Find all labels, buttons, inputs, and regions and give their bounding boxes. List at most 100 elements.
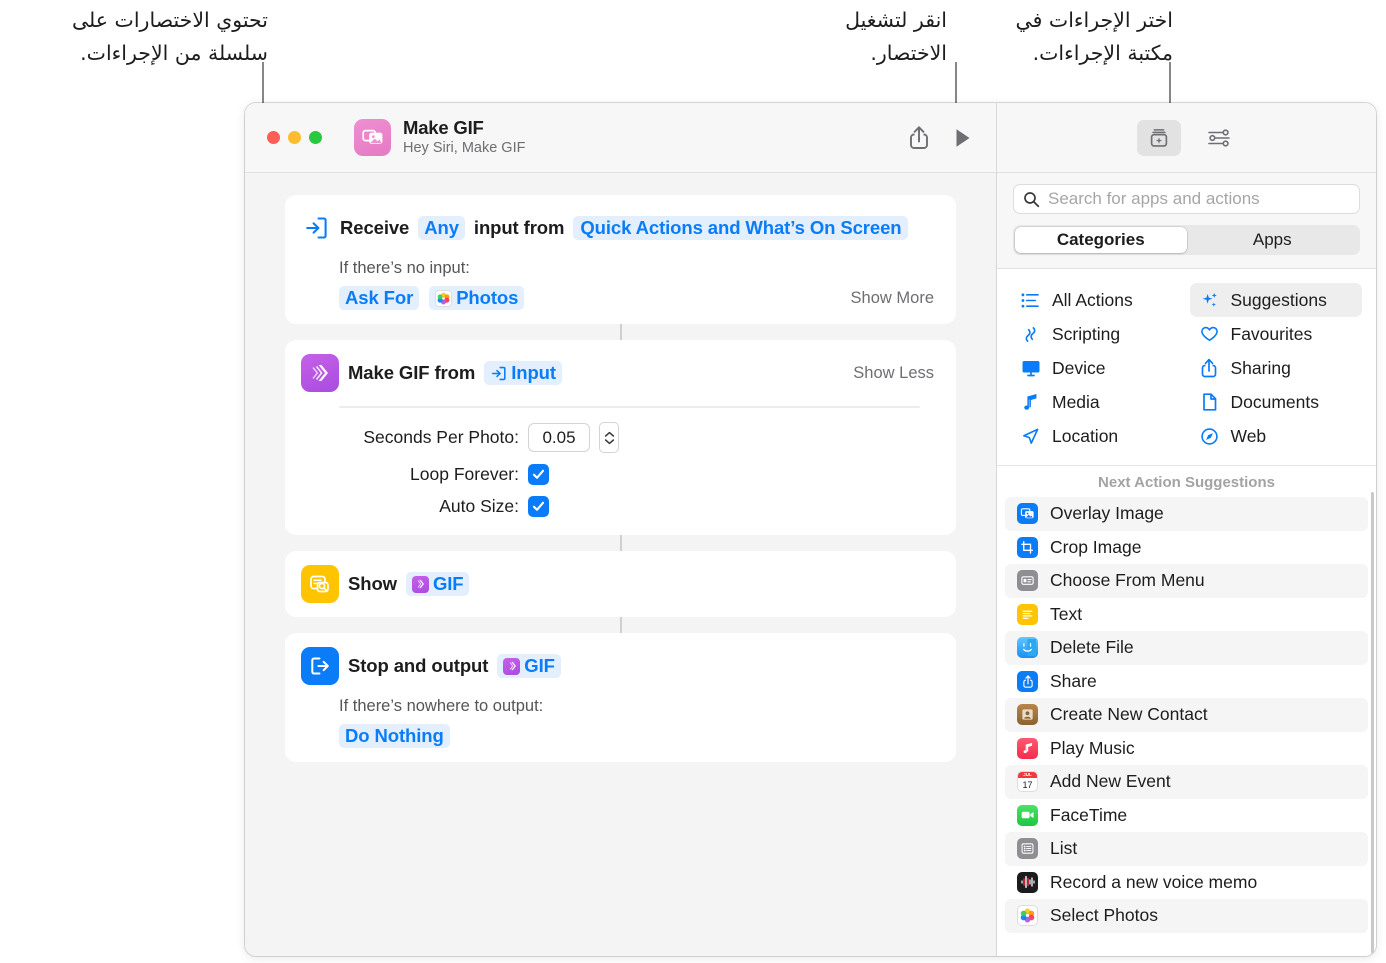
minimize-window-button[interactable] (288, 131, 301, 144)
callout-text-left: تحتوي الاختصارات على سلسلة من الإجراءات. (71, 8, 268, 66)
scripting-icon (1020, 325, 1041, 344)
category-label: Scripting (1052, 323, 1121, 344)
token-photos[interactable]: Photos (429, 286, 525, 310)
category-label: Sharing (1230, 357, 1291, 378)
category-label: Device (1052, 357, 1106, 378)
category-suggestions[interactable]: Suggestions (1189, 283, 1362, 317)
show-less-toggle[interactable]: Show Less (853, 364, 940, 383)
category-web[interactable]: Web (1190, 419, 1363, 453)
category-device[interactable]: Device (1011, 351, 1184, 385)
category-location[interactable]: Location (1011, 419, 1184, 453)
list-item[interactable]: List (1005, 832, 1368, 866)
category-favourites[interactable]: Favourites (1190, 317, 1363, 351)
show-more-toggle[interactable]: Show More (851, 289, 940, 308)
list-item-label: Select Photos (1050, 905, 1158, 926)
voice-memos-icon (1017, 871, 1038, 893)
token-input-source[interactable]: Quick Actions and What’s On Screen (573, 216, 909, 240)
action-headline: Receive Any input from Quick Actions and… (301, 209, 940, 247)
list-item[interactable]: Play Music (1005, 732, 1368, 766)
list-item-label: Overlay Image (1050, 503, 1164, 524)
category-documents[interactable]: Documents (1190, 385, 1363, 419)
share-action-icon (1017, 670, 1038, 692)
token-do-nothing[interactable]: Do Nothing (339, 724, 450, 748)
action-card-receive-input[interactable]: Receive Any input from Quick Actions and… (285, 195, 956, 324)
no-input-row: Ask For Photos Show More (339, 286, 940, 310)
library-scrollbar[interactable] (1371, 492, 1374, 954)
category-all-actions[interactable]: All Actions (1011, 283, 1184, 317)
heart-icon (1199, 325, 1220, 343)
token-input-type[interactable]: Any (418, 216, 465, 240)
token-gif-variable[interactable]: GIF (405, 572, 470, 596)
sparkles-icon (1199, 291, 1220, 310)
quick-look-icon (301, 565, 339, 603)
library-search-area: Categories Apps (997, 173, 1376, 269)
share-icon[interactable] (908, 125, 930, 150)
action-card-show-gif[interactable]: Show GIF (285, 551, 956, 617)
gif-variable-icon (503, 657, 521, 675)
receive-input-icon (301, 209, 331, 247)
action-library-icon[interactable] (1136, 119, 1181, 156)
token-photos-label: Photos (456, 287, 519, 308)
document-icon (1199, 392, 1220, 412)
gif-variable-icon (411, 575, 429, 593)
list-item[interactable]: Select Photos (1005, 899, 1368, 933)
seconds-per-photo-input[interactable]: 0.05 (528, 423, 590, 452)
sliders-icon[interactable] (1201, 122, 1237, 154)
seconds-per-photo-stepper[interactable] (599, 422, 619, 453)
list-item[interactable]: JUL 17 Add New Event (1005, 765, 1368, 799)
action-headline-prefix: Receive (340, 217, 410, 238)
search-input[interactable] (1048, 189, 1350, 209)
library-toolbar (997, 103, 1376, 173)
maximize-window-button[interactable] (309, 131, 322, 144)
category-scripting[interactable]: Scripting (1011, 317, 1184, 351)
list-item[interactable]: Choose From Menu (1005, 564, 1368, 598)
list-item[interactable]: Crop Image (1005, 531, 1368, 565)
list-item[interactable]: Share (1005, 665, 1368, 699)
list-item[interactable]: Create New Contact (1005, 698, 1368, 732)
category-sharing[interactable]: Sharing (1190, 351, 1363, 385)
action-headline-mid: input from (473, 217, 565, 238)
nowhere-to-output-row: Do Nothing (339, 724, 940, 748)
auto-size-checkbox[interactable] (528, 496, 549, 517)
tab-categories[interactable]: Categories (1015, 227, 1187, 253)
crop-image-icon (1017, 536, 1038, 558)
menu-icon (1017, 570, 1038, 592)
list-item-label: Choose From Menu (1050, 570, 1205, 591)
action-card-stop-and-output[interactable]: Stop and output GIF If there’s nowhere t… (285, 633, 956, 762)
category-media[interactable]: Media (1011, 385, 1184, 419)
card-connector (619, 324, 622, 340)
action-headline-prefix: Show (348, 573, 397, 594)
list-item[interactable]: FaceTime (1005, 799, 1368, 833)
play-icon[interactable] (954, 127, 972, 149)
photos-app-icon (1017, 905, 1038, 927)
category-label: Web (1230, 425, 1267, 446)
category-label: All Actions (1052, 289, 1133, 310)
tab-apps[interactable]: Apps (1187, 227, 1359, 253)
finder-icon (1017, 637, 1038, 659)
list-item-label: Text (1050, 603, 1083, 624)
list-item-label: List (1050, 838, 1078, 859)
list-item-label: FaceTime (1050, 804, 1128, 825)
shortcut-editor-window: Make GIF Hey Siri, Make GIF Receive Any … (245, 103, 1376, 956)
token-gif-variable[interactable]: GIF (497, 654, 561, 678)
token-ask-for[interactable]: Ask For (339, 286, 420, 310)
categories-grid: All Actions Suggestions Scripting Favour… (997, 269, 1376, 466)
list-icon (1017, 838, 1038, 860)
list-item[interactable]: Delete File (1005, 631, 1368, 665)
location-arrow-icon (1020, 427, 1041, 446)
token-input-variable[interactable]: Input (484, 361, 562, 385)
list-item[interactable]: Record a new voice memo (1005, 866, 1368, 900)
list-item[interactable]: Overlay Image (1005, 497, 1368, 531)
param-label: Loop Forever: (410, 464, 519, 484)
close-window-button[interactable] (267, 131, 280, 144)
category-label: Favourites (1230, 323, 1313, 344)
music-note-icon (1020, 393, 1041, 412)
photos-app-icon (435, 289, 453, 307)
window-controls (267, 131, 322, 144)
list-bullet-icon (1020, 292, 1041, 309)
param-label: Seconds Per Photo: (363, 427, 519, 447)
action-card-make-gif[interactable]: Make GIF from Input Show Less Seconds Pe… (285, 340, 956, 535)
loop-forever-checkbox[interactable] (528, 464, 549, 485)
search-box[interactable] (1013, 184, 1360, 214)
list-item[interactable]: Text (1005, 598, 1368, 632)
